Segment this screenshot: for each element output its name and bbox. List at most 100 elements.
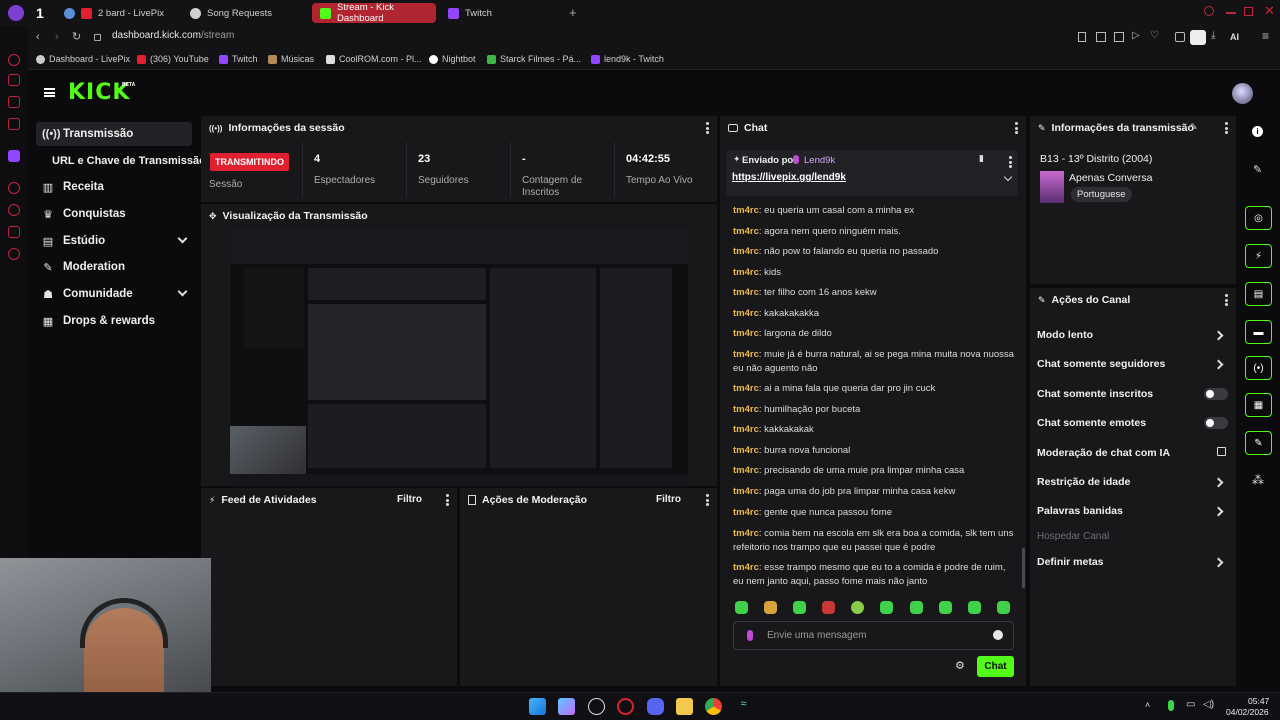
- chat-rail-button[interactable]: ▬: [1245, 320, 1272, 344]
- emote-icon[interactable]: [880, 601, 893, 614]
- windows-start-icon[interactable]: [529, 698, 546, 715]
- menu-icon[interactable]: ≡: [1262, 29, 1269, 43]
- mail-icon[interactable]: [8, 96, 20, 108]
- pencil-icon[interactable]: ✎: [1253, 163, 1262, 176]
- discord-icon[interactable]: [647, 698, 664, 715]
- nav-estudio[interactable]: ▤ Estúdio: [36, 229, 192, 253]
- workspace-icon[interactable]: [8, 118, 20, 130]
- subscribers-only-toggle[interactable]: [1204, 388, 1228, 400]
- pin-toggle-icon[interactable]: ▮: [979, 153, 984, 164]
- external-link-icon[interactable]: [1217, 447, 1226, 456]
- waveform-app-icon[interactable]: ≈: [735, 698, 752, 715]
- url-field[interactable]: dashboard.kick.com/stream: [112, 30, 234, 41]
- heart-icon[interactable]: ♡: [1150, 30, 1159, 41]
- tab-twitch[interactable]: Twitch: [440, 3, 564, 23]
- layout-rail-button[interactable]: ▦: [1245, 393, 1272, 417]
- nav-url-chave[interactable]: URL e Chave de Transmissão: [46, 149, 202, 173]
- tray-chevron-icon[interactable]: ˄: [1145, 700, 1150, 710]
- more-options-icon[interactable]: [446, 494, 449, 506]
- reload-icon[interactable]: ↻: [72, 30, 81, 43]
- nav-receita[interactable]: ▥ Receita: [36, 175, 192, 199]
- aria-ai-button[interactable]: AI: [1230, 32, 1239, 42]
- action-set-goals[interactable]: Definir metas: [1037, 556, 1104, 568]
- camera-rail-button[interactable]: ◎: [1245, 206, 1272, 230]
- document-rail-button[interactable]: ▤: [1245, 282, 1272, 306]
- close-icon[interactable]: ✕: [1264, 3, 1275, 19]
- chat-username[interactable]: tm4rc: [733, 528, 759, 539]
- clock-date[interactable]: 04/02/2026: [1226, 707, 1269, 717]
- nav-transmissao[interactable]: ((•)) Transmissão: [36, 122, 192, 146]
- stream-preview-video[interactable]: [230, 228, 688, 486]
- extensions-sidebar-icon[interactable]: [8, 226, 20, 238]
- chat-username[interactable]: tm4rc: [733, 445, 759, 456]
- extensions-icon[interactable]: [1175, 32, 1185, 42]
- emote-icon[interactable]: [764, 601, 777, 614]
- chat-username[interactable]: tm4rc: [733, 349, 759, 360]
- emote-icon[interactable]: [968, 601, 981, 614]
- more-options-icon[interactable]: [706, 494, 709, 506]
- more-options-icon[interactable]: [1225, 122, 1228, 134]
- screenshot-icon[interactable]: [1114, 32, 1124, 42]
- more-options-icon[interactable]: [1225, 294, 1228, 306]
- messenger-icon[interactable]: [8, 54, 20, 66]
- chat-scrollbar[interactable]: [1022, 548, 1025, 588]
- tab-kick-dashboard[interactable]: Stream - Kick Dashboard: [312, 2, 436, 24]
- bookmark-lend9k[interactable]: lend9k - Twitch: [591, 54, 664, 64]
- action-ai-moderation[interactable]: Moderação de chat com IA: [1037, 447, 1170, 459]
- file-explorer-icon[interactable]: [676, 698, 693, 715]
- emote-icon[interactable]: [851, 601, 864, 614]
- action-followers-only[interactable]: Chat somente seguidores: [1037, 358, 1165, 370]
- bookmark-twitch[interactable]: Twitch: [219, 54, 258, 64]
- emotes-only-toggle[interactable]: [1204, 417, 1228, 429]
- bookmark-starck[interactable]: Starck Filmes - Pá...: [487, 54, 581, 64]
- chat-username[interactable]: tm4rc: [733, 465, 759, 476]
- bookmark-coolrom[interactable]: CoolROM.com - Pl...: [326, 54, 422, 64]
- back-icon[interactable]: ‹: [36, 31, 40, 43]
- settings-icon[interactable]: [8, 248, 20, 260]
- more-apps-icon[interactable]: ⁂: [1252, 473, 1264, 487]
- tab-livepix[interactable]: 2 bard - LivePix: [56, 3, 178, 23]
- snapshot-icon[interactable]: [1096, 32, 1106, 42]
- copilot-icon[interactable]: [558, 698, 575, 715]
- hamburger-menu-icon[interactable]: [44, 88, 55, 97]
- chat-username[interactable]: tm4rc: [733, 205, 759, 216]
- info-icon[interactable]: i: [1252, 126, 1263, 137]
- emote-icon[interactable]: [735, 601, 748, 614]
- chat-username[interactable]: tm4rc: [733, 267, 759, 278]
- chat-username[interactable]: tm4rc: [733, 562, 759, 573]
- chat-username[interactable]: tm4rc: [733, 507, 759, 518]
- user-avatar[interactable]: [1232, 83, 1253, 104]
- bookmark-youtube[interactable]: (306) YouTube: [137, 54, 209, 64]
- chat-username[interactable]: tm4rc: [733, 287, 759, 298]
- chat-username[interactable]: tm4rc: [733, 486, 759, 497]
- emote-icon[interactable]: [910, 601, 923, 614]
- twitch-sidebar-icon[interactable]: [8, 150, 20, 162]
- chat-username[interactable]: tm4rc: [733, 328, 759, 339]
- chat-username[interactable]: tm4rc: [733, 226, 759, 237]
- bookmark-livepix[interactable]: Dashboard - LivePix: [36, 54, 130, 64]
- profile-icon[interactable]: [1190, 30, 1206, 45]
- chat-username[interactable]: tm4rc: [733, 404, 759, 415]
- emote-icon[interactable]: [793, 601, 806, 614]
- emote-icon[interactable]: [939, 601, 952, 614]
- history-icon[interactable]: [8, 182, 20, 194]
- emote-icon[interactable]: [997, 601, 1010, 614]
- bookmark-icon[interactable]: [1078, 32, 1086, 42]
- activity-filter-button[interactable]: Filtro: [397, 494, 422, 505]
- category-name[interactable]: Apenas Conversa: [1069, 172, 1152, 184]
- bolt-rail-button[interactable]: ⚡: [1245, 244, 1272, 268]
- chat-send-button[interactable]: Chat: [977, 656, 1014, 677]
- network-icon[interactable]: ▭: [1186, 699, 1195, 710]
- action-banned-words[interactable]: Palavras banidas: [1037, 505, 1123, 517]
- wrench-rail-button[interactable]: ✎: [1245, 431, 1272, 455]
- chat-username[interactable]: tm4rc: [733, 383, 759, 394]
- mod-filter-button[interactable]: Filtro: [656, 494, 681, 505]
- chat-username[interactable]: tm4rc: [733, 246, 759, 257]
- clock-time[interactable]: 05:47: [1248, 696, 1269, 706]
- download-icon[interactable]: ⤓: [1211, 30, 1215, 41]
- edit-icon[interactable]: ✎: [1190, 122, 1198, 133]
- nav-comunidade[interactable]: ☗ Comunidade: [36, 282, 192, 306]
- maximize-icon[interactable]: [1244, 7, 1253, 16]
- chevron-down-icon[interactable]: [1003, 172, 1013, 182]
- opera-logo-icon[interactable]: [8, 5, 24, 21]
